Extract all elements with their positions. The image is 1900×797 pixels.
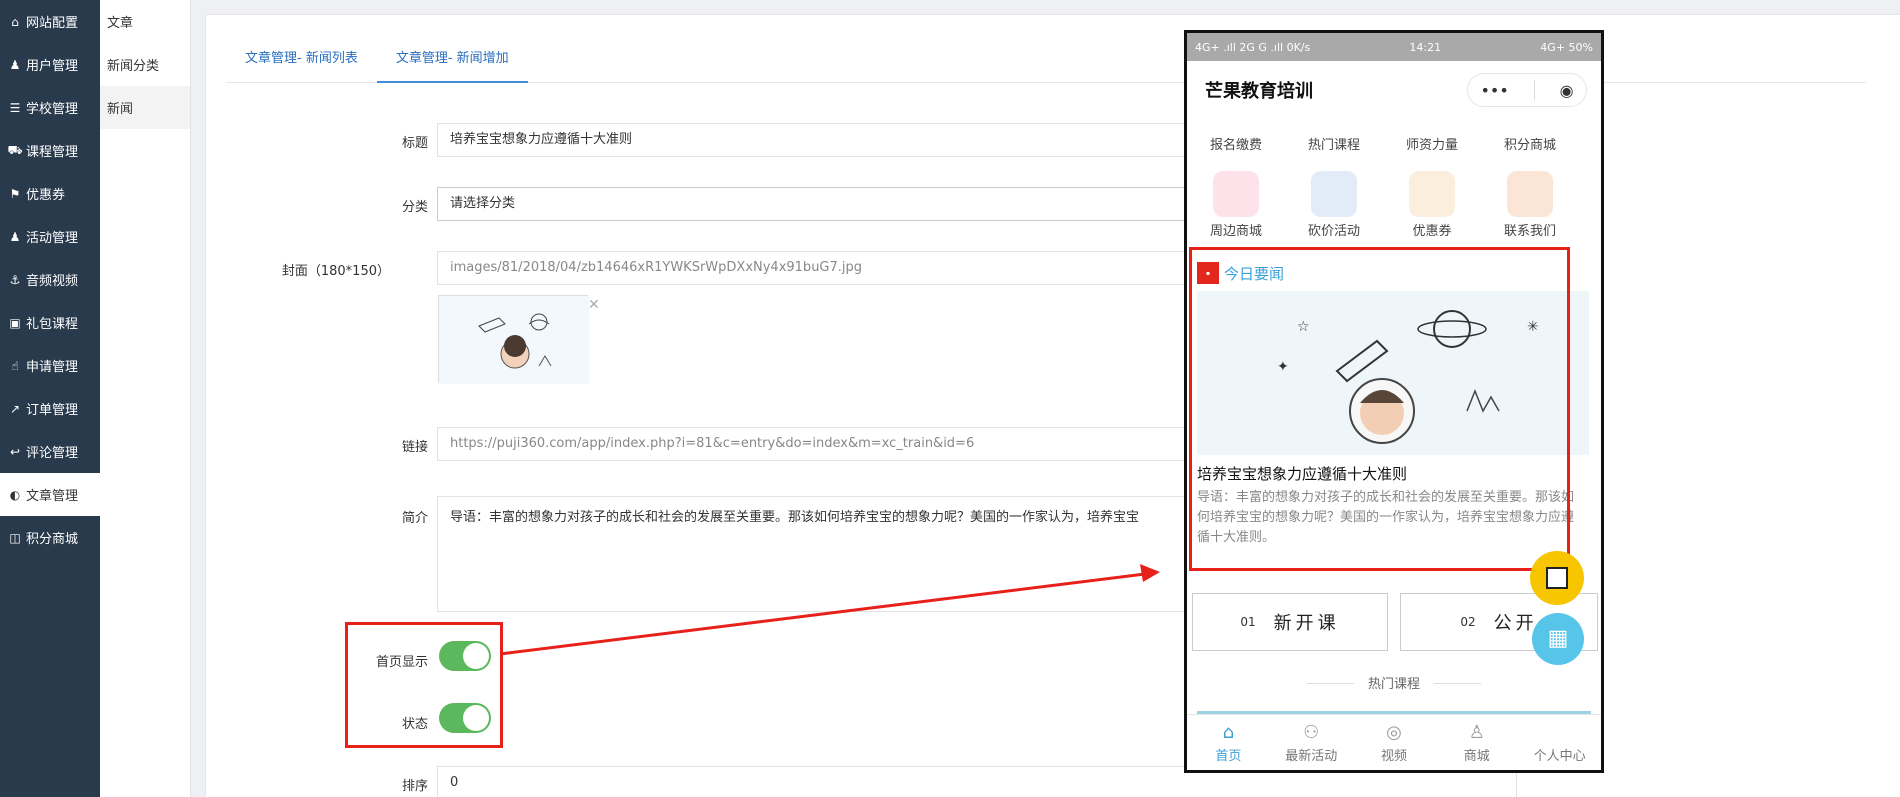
mall-icon: ♙ <box>1468 722 1485 743</box>
tab-video[interactable]: ◎ 视频 <box>1353 715 1436 770</box>
kid-pencil-icon <box>1213 171 1259 217</box>
store-icon: ▦ <box>1547 626 1569 651</box>
app-title: 芒果教育培训 <box>1205 81 1313 102</box>
grid-item-bargain[interactable]: 砍价活动 <box>1285 171 1383 239</box>
tab-mall[interactable]: ♙ 商城 <box>1435 715 1518 770</box>
grid-item-points-mall[interactable]: 积分商城 <box>1481 101 1579 153</box>
home-icon: ⌂ <box>1222 722 1235 743</box>
promo-text: 公开 <box>1493 613 1538 634</box>
grid-item-hot-courses[interactable]: 热门课程 <box>1285 101 1383 153</box>
status-time: 14:21 <box>1409 40 1442 54</box>
grid-item-signup[interactable]: 报名缴费 <box>1187 101 1285 153</box>
tab-profile[interactable]: 个人中心 <box>1518 715 1601 770</box>
teachers-icon <box>1409 101 1455 131</box>
promo-new-course[interactable]: 01 新开课 <box>1192 593 1388 651</box>
promo-number: 02 <box>1460 615 1476 629</box>
signup-icon <box>1213 101 1259 131</box>
promo-text: 新开课 <box>1273 613 1340 634</box>
feature-grid: 报名缴费 热门课程 师资力量 积分商城 周边商城 砍价活动 优惠券 联系我们 <box>1187 119 1601 249</box>
more-icon[interactable]: ••• <box>1480 81 1508 100</box>
grid-item-contact[interactable]: 联系我们 <box>1481 171 1579 239</box>
status-battery: 4G+ 50% <box>1540 40 1593 54</box>
phone-tab-bar: ⌂ 首页 ⚇ 最新活动 ◎ 视频 ♙ 商城 个人中心 <box>1187 714 1601 770</box>
tab-home[interactable]: ⌂ 首页 <box>1187 715 1270 770</box>
phone-preview: 4G+ .ıll 2G G .ıll 0K/s 14:21 4G+ 50% 芒果… <box>1184 30 1604 773</box>
video-icon: ◎ <box>1386 722 1402 743</box>
floating-action-button[interactable] <box>1530 551 1584 605</box>
floating-store-button[interactable]: ▦ <box>1532 613 1584 665</box>
profile-icon <box>1518 721 1601 745</box>
status-signal: 4G+ .ıll 2G G .ıll 0K/s <box>1195 40 1311 54</box>
hot-courses-icon <box>1311 101 1357 131</box>
kid-reading-icon <box>1311 171 1357 217</box>
fab-icon <box>1546 567 1568 589</box>
capsule-divider <box>1533 80 1535 100</box>
points-mall-icon <box>1507 101 1553 131</box>
annotation-arrow <box>499 564 1160 656</box>
phone-status-bar: 4G+ .ıll 2G G .ıll 0K/s 14:21 4G+ 50% <box>1187 33 1601 61</box>
kids-pair-icon <box>1507 171 1553 217</box>
hot-courses-heading: 热门课程 <box>1187 673 1601 692</box>
promo-number: 01 <box>1240 615 1256 629</box>
tab-latest-activities[interactable]: ⚇ 最新活动 <box>1270 715 1353 770</box>
grid-item-coupons[interactable]: 优惠券 <box>1383 171 1481 239</box>
grid-item-teachers[interactable]: 师资力量 <box>1383 101 1481 153</box>
highlight-box-news <box>1189 247 1570 571</box>
grid-item-shop[interactable]: 周边商城 <box>1187 171 1285 239</box>
activity-icon: ⚇ <box>1303 722 1320 743</box>
close-target-icon[interactable]: ◉ <box>1560 81 1574 100</box>
kid-book-icon <box>1409 171 1455 217</box>
